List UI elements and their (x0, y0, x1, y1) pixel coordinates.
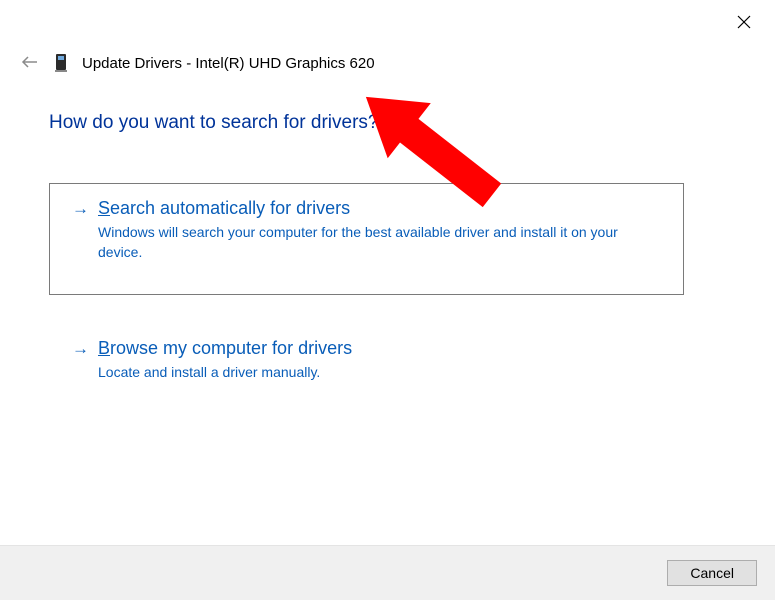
option-description: Locate and install a driver manually. (98, 363, 648, 383)
window-title: Update Drivers - Intel(R) UHD Graphics 6… (82, 55, 375, 72)
back-arrow-icon (20, 55, 38, 69)
option-title: Browse my computer for drivers (98, 338, 352, 359)
page-heading: How do you want to search for drivers? (49, 112, 379, 134)
cancel-button[interactable]: Cancel (667, 560, 757, 586)
header-row: Update Drivers - Intel(R) UHD Graphics 6… (18, 52, 375, 74)
arrow-right-icon: → (72, 199, 86, 219)
device-icon (54, 53, 68, 73)
option-title: Search automatically for drivers (98, 198, 350, 219)
close-icon (737, 15, 751, 29)
close-button[interactable] (731, 10, 757, 36)
option-search-automatically[interactable]: → Search automatically for drivers Windo… (49, 183, 684, 295)
option-description: Windows will search your computer for th… (98, 223, 648, 262)
arrow-right-icon: → (72, 339, 86, 359)
option-browse-computer[interactable]: → Browse my computer for drivers Locate … (49, 323, 684, 406)
back-button[interactable] (18, 52, 40, 74)
bottom-bar: Cancel (0, 545, 775, 600)
